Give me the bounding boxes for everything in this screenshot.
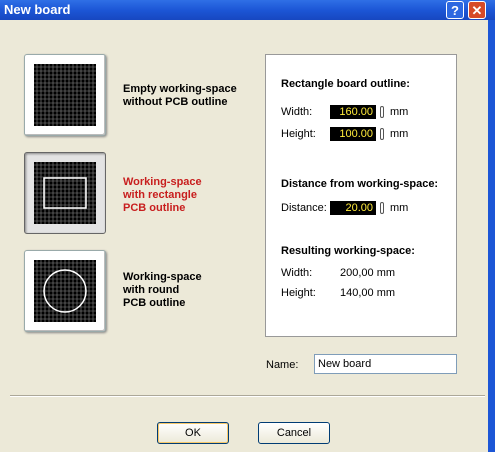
width-input[interactable]: 160.00 — [330, 105, 376, 119]
close-button[interactable]: ✕ — [468, 1, 486, 19]
distance-unit: mm — [390, 202, 409, 214]
result-width-label: Width: — [281, 267, 313, 279]
separator — [10, 395, 485, 397]
option-round-label[interactable]: Working-space with round PCB outline — [123, 271, 202, 310]
result-width-value: 200,00 mm — [340, 267, 396, 279]
option-label-line: PCB outline — [123, 297, 186, 309]
distance-heading: Distance from working-space: — [281, 178, 439, 190]
rect-outline-heading: Rectangle board outline: — [281, 78, 410, 90]
name-input[interactable]: New board — [314, 354, 457, 374]
distance-input[interactable]: 20.00 — [330, 201, 376, 215]
option-label-line: Empty working-space — [123, 83, 237, 95]
window-title: New board — [4, 2, 71, 17]
distance-spinner[interactable] — [380, 202, 384, 214]
height-input[interactable]: 100.00 — [330, 127, 376, 141]
grid-rectangle-icon — [34, 162, 96, 224]
ok-button[interactable]: OK — [157, 422, 229, 444]
settings-panel: Rectangle board outline: Width: 160.00 m… — [265, 54, 457, 337]
distance-label: Distance: — [281, 202, 327, 214]
result-heading: Resulting working-space: — [281, 245, 415, 257]
grid-empty-icon — [34, 64, 96, 126]
result-height-label: Height: — [281, 287, 316, 299]
cancel-button[interactable]: Cancel — [258, 422, 330, 444]
window-border — [488, 20, 495, 452]
name-label: Name: — [266, 359, 299, 371]
option-label-line: Working-space — [123, 271, 202, 283]
option-round-button[interactable] — [24, 250, 106, 332]
width-label: Width: — [281, 106, 313, 118]
option-label-line: with rectangle — [123, 189, 197, 201]
grid-round-icon — [34, 260, 96, 322]
option-empty-button[interactable] — [24, 54, 106, 136]
option-rectangle-button[interactable] — [24, 152, 106, 234]
option-label-line: Working-space — [123, 176, 202, 188]
result-height-value: 140,00 mm — [340, 287, 396, 299]
help-button[interactable]: ? — [446, 1, 464, 19]
width-unit: mm — [390, 106, 409, 118]
option-rectangle-label[interactable]: Working-space with rectangle PCB outline — [123, 176, 202, 215]
option-label-line: with round — [123, 284, 180, 296]
title-bar[interactable]: New board ? ✕ — [0, 0, 495, 20]
option-empty-label[interactable]: Empty working-space without PCB outline — [123, 83, 237, 109]
option-label-line: PCB outline — [123, 202, 186, 214]
option-label-line: without PCB outline — [123, 96, 228, 108]
height-spinner[interactable] — [380, 128, 384, 140]
height-unit: mm — [390, 128, 409, 140]
height-label: Height: — [281, 128, 316, 140]
width-spinner[interactable] — [380, 106, 384, 118]
